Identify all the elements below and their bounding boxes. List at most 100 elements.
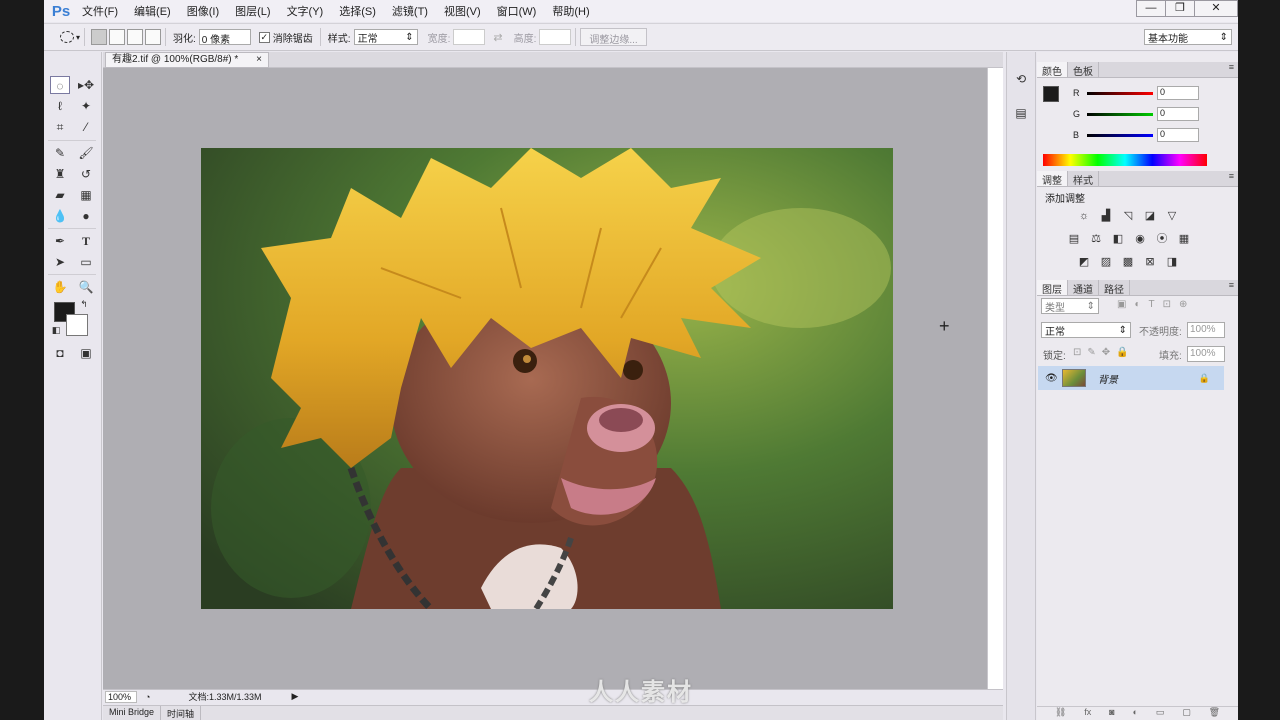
menu-filter[interactable]: 滤镜(T) <box>384 3 436 19</box>
eyedropper-tool-icon[interactable]: ⁄ <box>76 118 96 136</box>
feather-input[interactable]: 0 像素 <box>198 29 251 46</box>
style-select[interactable]: 正常 ⇕ <box>353 29 418 45</box>
lasso-tool-icon[interactable]: ℓ <box>50 97 70 115</box>
zoom-field[interactable]: 100% <box>105 690 137 703</box>
width-input[interactable] <box>453 29 486 45</box>
swap-colors-icon[interactable]: ↰ <box>78 298 90 310</box>
eraser-tool-icon[interactable]: ▰ <box>50 186 70 204</box>
menu-layer[interactable]: 图层(L) <box>227 3 278 19</box>
opacity-input[interactable]: 100% <box>1187 322 1225 338</box>
color-balance-icon[interactable]: ⚖ <box>1089 233 1103 245</box>
workspace-select[interactable]: 基本功能 ⇕ <box>1144 29 1232 45</box>
r-track[interactable] <box>1087 91 1153 95</box>
intersect-selection-icon[interactable] <box>145 29 162 45</box>
default-colors-icon[interactable]: ◧ <box>50 324 62 336</box>
tab-styles[interactable]: 样式 <box>1068 171 1099 187</box>
levels-icon[interactable]: ▟ <box>1099 210 1113 222</box>
b-track[interactable] <box>1087 133 1153 137</box>
gradient-tool-icon[interactable]: ▦ <box>76 186 96 204</box>
clone-stamp-tool-icon[interactable]: ♜ <box>50 165 70 183</box>
menu-edit[interactable]: 编辑(E) <box>126 3 179 19</box>
background-color-swatch[interactable] <box>66 314 88 336</box>
tab-channels[interactable]: 通道 <box>1068 280 1099 296</box>
color-fg-swatch[interactable] <box>1043 86 1059 102</box>
close-button[interactable]: ✕ <box>1194 0 1238 17</box>
hue-saturation-icon[interactable]: ▤ <box>1067 233 1081 245</box>
vertical-scrollbar[interactable] <box>987 68 1003 689</box>
ellipse-marquee-preset-icon[interactable] <box>60 31 74 43</box>
tab-adjustments[interactable]: 调整 <box>1037 171 1068 187</box>
channel-mixer-icon[interactable]: ⦿ <box>1155 233 1169 245</box>
link-icon[interactable]: ⛓ <box>1055 707 1066 720</box>
photo-filter-icon[interactable]: ◉ <box>1133 233 1147 245</box>
tab-layers[interactable]: 图层 <box>1037 280 1068 296</box>
type-tool-icon[interactable]: T <box>76 232 96 250</box>
hand-tool-icon[interactable]: ✋ <box>50 278 70 296</box>
close-tab-icon[interactable]: × <box>256 53 262 67</box>
zoom-tool-icon[interactable]: 🔍 <box>76 278 96 296</box>
mini-bridge-tab[interactable]: Mini Bridge <box>103 706 162 720</box>
filter-icons[interactable]: ▣◐T⊡⊕ <box>1117 299 1195 310</box>
status-menu-icon[interactable]: ▶ <box>291 691 298 702</box>
eye-icon[interactable]: 👁 <box>1045 373 1058 384</box>
magic-wand-tool-icon[interactable]: ✦ <box>76 97 96 115</box>
panel-menu-icon[interactable]: ≡ <box>1225 280 1238 295</box>
dodge-tool-icon[interactable]: ● <box>76 207 96 225</box>
fx-icon[interactable]: fx <box>1084 707 1091 720</box>
pen-tool-icon[interactable]: ✒ <box>50 232 70 250</box>
add-selection-icon[interactable] <box>109 29 126 45</box>
vibrance-icon[interactable]: ▽ <box>1165 210 1179 222</box>
healing-brush-tool-icon[interactable]: ✎ <box>50 144 70 162</box>
new-selection-icon[interactable] <box>91 29 108 45</box>
g-slider[interactable]: G 0 <box>1073 105 1223 123</box>
selective-color-icon[interactable]: ⊠ <box>1143 256 1157 268</box>
lock-icons[interactable]: ⊡✎✥🔒 <box>1073 347 1135 358</box>
black-white-icon[interactable]: ◧ <box>1111 233 1125 245</box>
minimize-button[interactable]: — <box>1136 0 1166 17</box>
panel-menu-icon[interactable]: ≡ <box>1225 62 1238 77</box>
color-lookup-icon[interactable]: ▦ <box>1177 233 1191 245</box>
swap-icon[interactable]: ⇄ <box>493 31 502 44</box>
timeline-tab[interactable]: 时间轴 <box>161 706 202 720</box>
tab-paths[interactable]: 路径 <box>1099 280 1130 296</box>
brush-tool-icon[interactable]: 🖌 <box>76 144 96 162</box>
menu-view[interactable]: 视图(V) <box>436 3 489 19</box>
b-slider[interactable]: B 0 <box>1073 126 1223 144</box>
trash-icon[interactable]: 🗑 <box>1209 707 1220 720</box>
screen-mode-icon[interactable]: ▣ <box>76 344 96 362</box>
refine-edge-button[interactable]: 调整边缘... <box>580 28 647 46</box>
tab-swatches[interactable]: 色板 <box>1068 62 1099 78</box>
g-value[interactable]: 0 <box>1157 107 1199 121</box>
menu-image[interactable]: 图像(I) <box>179 3 227 19</box>
path-selection-tool-icon[interactable]: ➤ <box>50 253 70 271</box>
move-tool-icon[interactable]: ▸✥ <box>76 76 96 94</box>
crop-tool-icon[interactable]: ⌗ <box>50 118 70 136</box>
posterize-icon[interactable]: ▨ <box>1099 256 1113 268</box>
height-input[interactable] <box>539 29 572 45</box>
antialias-checkbox[interactable]: ✓ <box>258 31 270 43</box>
document-image[interactable] <box>201 148 893 609</box>
layer-kind-filter[interactable]: 类型 ⇕ <box>1041 298 1099 314</box>
properties-panel-icon[interactable]: ▤ <box>1013 106 1029 122</box>
rectangle-tool-icon[interactable]: ▭ <box>76 253 96 271</box>
g-track[interactable] <box>1087 112 1153 116</box>
gradient-map-icon[interactable]: ◨ <box>1165 256 1179 268</box>
group-icon[interactable]: ▭ <box>1156 707 1165 720</box>
panel-menu-icon[interactable]: ≡ <box>1225 171 1238 186</box>
blend-mode-select[interactable]: 正常 ⇕ <box>1041 322 1131 338</box>
color-spectrum[interactable] <box>1043 154 1207 166</box>
history-panel-icon[interactable]: ⟲ <box>1013 72 1029 88</box>
layer-row-background[interactable]: 👁 背景 🔒 <box>1038 366 1224 390</box>
menu-help[interactable]: 帮助(H) <box>544 3 597 19</box>
elliptical-marquee-tool-icon[interactable]: ◌ <box>50 76 70 94</box>
restore-button[interactable]: ❐ <box>1165 0 1195 17</box>
menu-type[interactable]: 文字(Y) <box>279 3 332 19</box>
mask-icon[interactable]: ◙ <box>1109 707 1114 720</box>
canvas-area[interactable] <box>103 68 987 689</box>
layer-name[interactable]: 背景 <box>1098 371 1118 386</box>
menu-window[interactable]: 窗口(W) <box>489 3 545 19</box>
r-slider[interactable]: R 0 <box>1073 84 1223 102</box>
r-value[interactable]: 0 <box>1157 86 1199 100</box>
blur-tool-icon[interactable]: 💧 <box>50 207 70 225</box>
invert-icon[interactable]: ◩ <box>1077 256 1091 268</box>
